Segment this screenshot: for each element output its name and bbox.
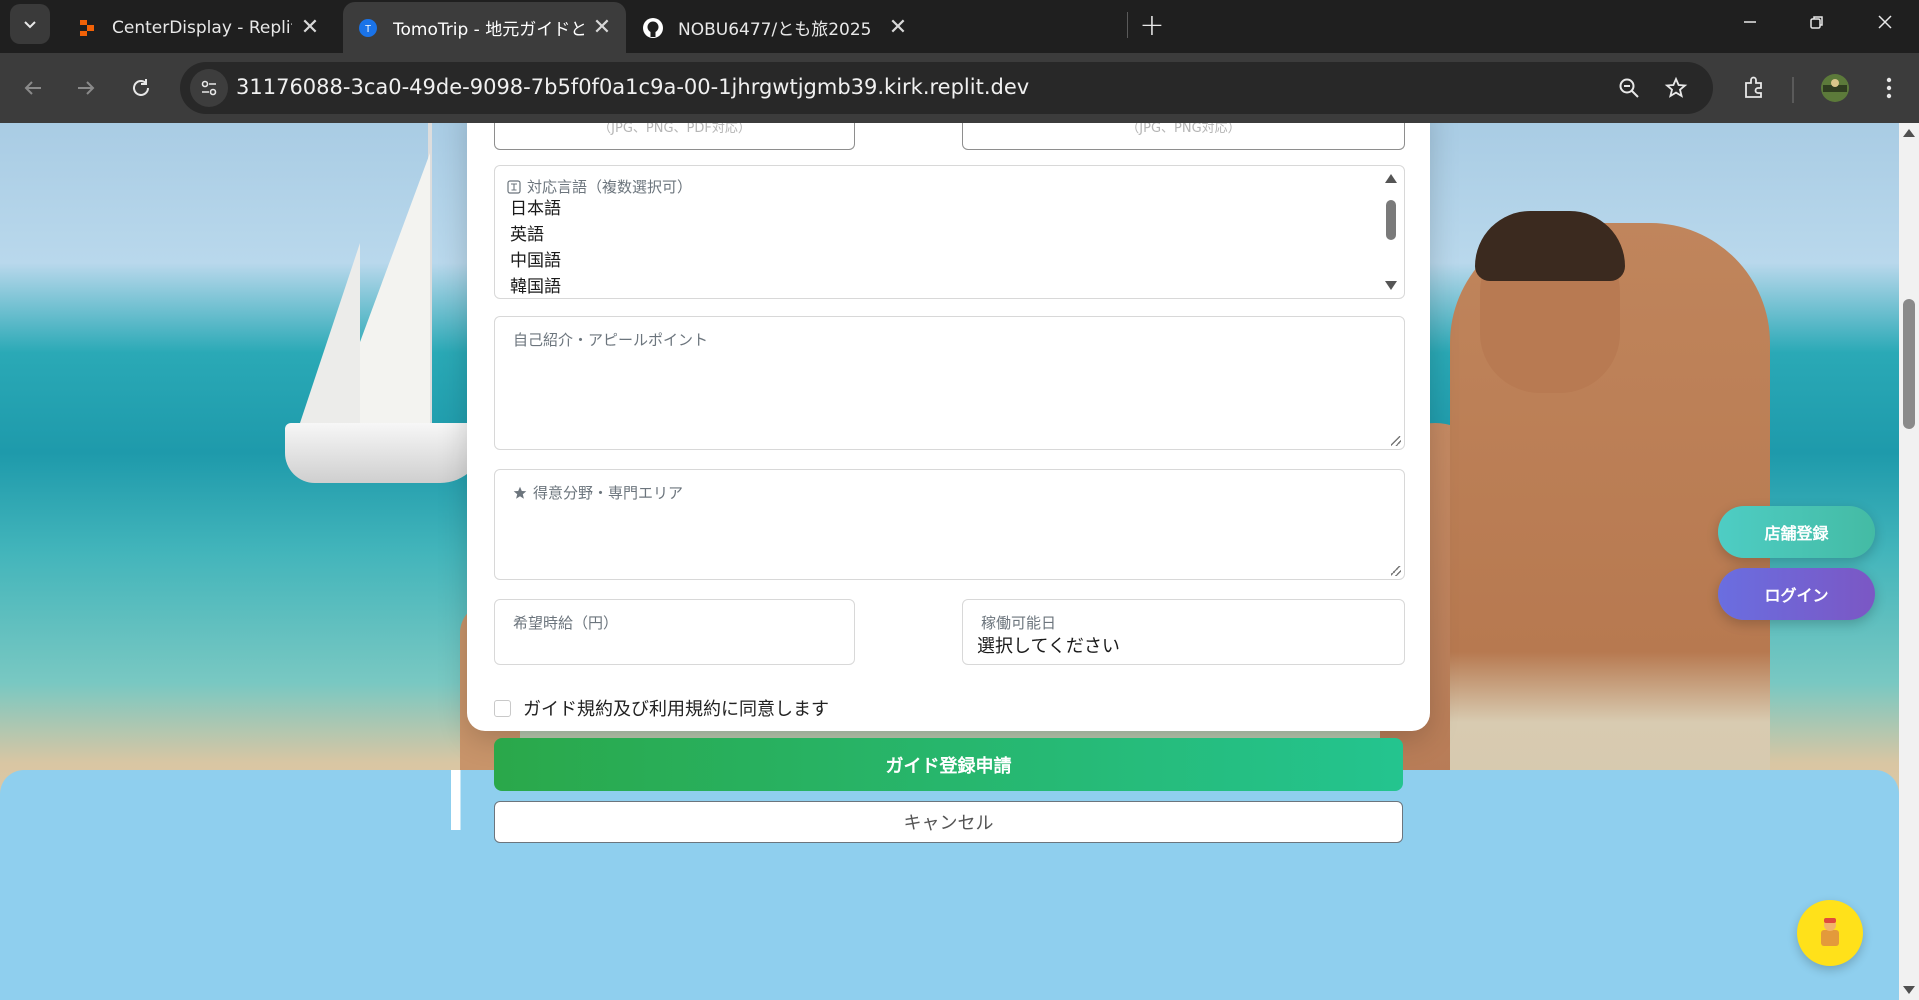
assistant-icon — [1821, 918, 1839, 946]
availability-label: 稼働可能日 — [981, 614, 1057, 632]
tab-close-icon[interactable]: ✕ — [584, 10, 620, 46]
profile-avatar[interactable] — [1818, 71, 1852, 105]
login-button[interactable]: ログイン — [1718, 568, 1875, 620]
languages-select[interactable]: 対応言語（複数選択可） 日本語 英語 中国語 韓国語 — [494, 165, 1405, 299]
boat-jib — [300, 243, 360, 423]
scroll-thumb[interactable] — [1386, 200, 1396, 240]
agree-checkbox[interactable] — [494, 699, 511, 717]
minimize-icon — [1744, 21, 1756, 23]
languages-options: 日本語 英語 中国語 韓国語 — [510, 196, 561, 300]
next-section-image — [420, 770, 490, 830]
person-hair — [1475, 211, 1625, 281]
page-viewport: （JPG、PNG、PDF対応） （JPG、PNG対応） 対応言語（複数選択可） … — [0, 123, 1899, 1000]
new-tab-button[interactable]: + — [1133, 6, 1171, 44]
languages-label-wrap: 対応言語（複数選択可） — [507, 176, 692, 197]
hourly-rate-input[interactable]: 希望時給（円） — [494, 599, 855, 665]
tab-centerdisplay[interactable]: CenterDisplay - Replit ✕ — [62, 2, 334, 53]
replit-icon — [76, 17, 98, 39]
chevron-down-icon — [24, 21, 36, 29]
availability-value: 選択してください — [977, 636, 1120, 657]
scroll-down-arrow[interactable] — [1903, 986, 1915, 994]
scroll-up-arrow[interactable] — [1385, 174, 1397, 183]
url-text: 31176088-3ca0-49de-9098-7b5f0f0a1c9a-00-… — [236, 75, 1030, 99]
page-scrollbar[interactable] — [1899, 123, 1919, 1000]
back-button[interactable] — [12, 67, 54, 109]
self-intro-textarea[interactable]: 自己紹介・アピールポイント — [494, 316, 1405, 450]
profile-photo-upload[interactable]: （JPG、PNG対応） — [962, 123, 1405, 150]
toolbar-separator — [1792, 77, 1794, 103]
hourly-rate-label: 希望時給（円） — [513, 614, 619, 632]
close-window-button[interactable] — [1851, 0, 1919, 44]
agree-label: ガイド規約及び利用規約に同意します — [523, 699, 829, 720]
tune-icon — [201, 80, 217, 96]
id-document-upload[interactable]: （JPG、PNG、PDF対応） — [494, 123, 855, 150]
specialty-textarea[interactable]: 得意分野・専門エリア — [494, 469, 1405, 580]
svg-text:T: T — [365, 24, 371, 35]
back-arrow-icon — [24, 81, 41, 95]
boat-hull — [285, 423, 485, 483]
tab-close-icon[interactable]: ✕ — [880, 10, 916, 46]
scroll-down-arrow[interactable] — [1385, 281, 1397, 290]
scroll-thumb[interactable] — [1903, 299, 1915, 429]
scroll-up-arrow[interactable] — [1903, 129, 1915, 137]
github-icon — [642, 17, 664, 39]
language-option[interactable]: 韓国語 — [510, 274, 561, 300]
upload-hint: （JPG、PNG、PDF対応） — [598, 123, 751, 136]
address-bar[interactable]: 31176088-3ca0-49de-9098-7b5f0f0a1c9a-00-… — [180, 62, 1713, 114]
tab-search-button[interactable] — [10, 4, 50, 44]
tab-tomotrip[interactable]: T TomoTrip - 地元ガイドと特別な旅 ✕ — [343, 2, 626, 53]
submit-guide-registration-button[interactable]: ガイド登録申請 — [494, 738, 1403, 791]
forward-arrow-icon — [78, 81, 95, 95]
resize-handle[interactable] — [1391, 436, 1401, 446]
language-option[interactable]: 英語 — [510, 222, 561, 248]
tab-title: CenterDisplay - Replit — [112, 17, 292, 38]
restore-button[interactable] — [1783, 0, 1851, 44]
tab-separator — [1127, 12, 1128, 38]
reload-button[interactable] — [120, 67, 162, 109]
zoom-icon[interactable] — [1615, 74, 1643, 102]
restore-icon — [1810, 16, 1823, 29]
language-option[interactable]: 中国語 — [510, 248, 561, 274]
language-option[interactable]: 日本語 — [510, 196, 561, 222]
tab-close-icon[interactable]: ✕ — [292, 10, 328, 46]
specialty-label-wrap: 得意分野・専門エリア — [513, 482, 683, 503]
tab-title: NOBU6477/とも旅2025 — [678, 20, 872, 40]
specialty-label: 得意分野・専門エリア — [533, 484, 684, 502]
tomotrip-icon: T — [357, 17, 379, 39]
reload-icon — [133, 79, 149, 96]
browser-toolbar: 31176088-3ca0-49de-9098-7b5f0f0a1c9a-00-… — [0, 53, 1919, 123]
availability-select[interactable]: 稼働可能日 選択してください — [962, 599, 1405, 665]
forward-button[interactable] — [65, 67, 107, 109]
tab-strip: CenterDisplay - Replit ✕ T TomoTrip - 地元… — [0, 0, 1919, 53]
store-register-button[interactable]: 店舗登録 — [1718, 506, 1875, 558]
tab-title: TomoTrip - 地元ガイドと特別な旅 — [393, 20, 584, 40]
languages-label: 対応言語（複数選択可） — [527, 178, 693, 196]
bookmark-star-icon[interactable] — [1662, 74, 1690, 102]
star-icon — [513, 486, 527, 500]
close-icon — [1878, 15, 1892, 29]
guide-registration-modal: （JPG、PNG、PDF対応） （JPG、PNG対応） 対応言語（複数選択可） … — [467, 123, 1430, 731]
self-intro-label: 自己紹介・アピールポイント — [513, 331, 709, 349]
cancel-button[interactable]: キャンセル — [494, 801, 1403, 843]
translate-icon — [507, 179, 521, 194]
tab-github[interactable]: NOBU6477/とも旅2025 ✕ — [628, 2, 922, 53]
more-menu-icon[interactable] — [1872, 71, 1906, 105]
agree-terms[interactable]: ガイド規約及び利用規約に同意します — [494, 695, 829, 721]
site-info-button[interactable] — [190, 69, 228, 107]
resize-handle[interactable] — [1391, 566, 1401, 576]
upload-hint: （JPG、PNG対応） — [1126, 123, 1241, 136]
extensions-icon[interactable] — [1737, 71, 1771, 105]
chat-assistant-button[interactable] — [1797, 900, 1863, 966]
minimize-button[interactable] — [1716, 0, 1784, 44]
languages-scrollbar[interactable] — [1384, 174, 1398, 290]
